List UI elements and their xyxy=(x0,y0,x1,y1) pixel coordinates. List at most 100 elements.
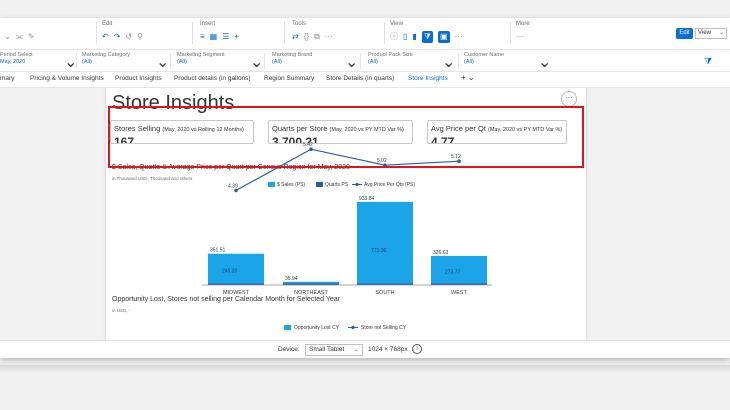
data-label: 933.84 xyxy=(359,196,375,202)
filter-product-pack-size[interactable]: Product Pack Size (All) xyxy=(368,52,413,70)
tab-store-details[interactable]: Store Details (in quarts) xyxy=(326,75,394,82)
price-label: 5.02 xyxy=(377,158,387,164)
redo-icon[interactable]: ↷ xyxy=(114,31,121,43)
filter-marketing-segment[interactable]: Marketing Segment (All) xyxy=(177,52,225,70)
copy-icon[interactable]: ⚲ xyxy=(137,31,143,43)
toolbar-group-label: View xyxy=(390,21,403,27)
device-value: Small Tablet xyxy=(309,346,345,353)
data-label: 351.51 xyxy=(210,248,226,254)
filter-value: (All) xyxy=(82,59,92,65)
story-editor-window: ⌄ ⫘ ✎ Edit ↶ ↷ ↺ ⚲ Insert ≡ ▦ ☰ + Tools … xyxy=(0,18,730,358)
category-label: WEST xyxy=(451,290,468,296)
legend-marker xyxy=(355,182,359,187)
story-canvas: Store Insights ··· Stores Selling (May, … xyxy=(0,88,730,340)
price-label: 4.39 xyxy=(228,183,238,189)
filter-label: Customer Name xyxy=(464,52,505,58)
filter-divider xyxy=(360,53,361,69)
more-icon[interactable]: ··· xyxy=(516,31,524,43)
data-label: 326.63 xyxy=(433,250,449,256)
toolbar-group-label: Insert xyxy=(200,21,216,27)
bar-sales xyxy=(357,201,413,285)
filter-label: Marketing Segment xyxy=(177,52,225,58)
more-view-icon[interactable]: ··· xyxy=(455,31,463,43)
filter-marketing-brand[interactable]: Marketing Brand (All) xyxy=(272,52,312,70)
legend-label: Quarts PS xyxy=(325,182,349,188)
page-tabs: mary Pricing & Volume Insights Product I… xyxy=(0,72,730,88)
tab-product-details[interactable]: Product details (in gallons) xyxy=(174,75,251,82)
filter-icon[interactable]: ⧩ xyxy=(421,31,433,43)
refresh-icon[interactable]: ↺ xyxy=(125,31,132,43)
info-icon[interactable]: ⓘ xyxy=(390,31,398,43)
view-mode-select[interactable]: View ⌄ xyxy=(695,28,727,39)
legend-label: $ Sales (PS) xyxy=(277,182,305,188)
tab-product-insights[interactable]: Product Insights xyxy=(115,75,162,82)
chevron-down-icon[interactable]: ⌄ xyxy=(345,52,358,71)
legend-marker xyxy=(351,325,355,330)
device-label: Device: xyxy=(278,346,300,353)
chart2-subtitle: in USD, - xyxy=(112,308,131,313)
filter-customer-name[interactable]: Customer Name (All) xyxy=(464,52,504,70)
add-icon[interactable]: + xyxy=(234,31,239,43)
filter-value: (All) xyxy=(272,59,282,65)
legend-label: Store not Selling CY xyxy=(361,325,407,331)
filter-label: Marketing Category xyxy=(82,52,130,58)
filter-value: (All) xyxy=(464,59,474,65)
filter-divider xyxy=(76,53,77,69)
pen-icon[interactable]: ✎ xyxy=(28,31,35,43)
filter-divider xyxy=(170,53,171,69)
chevron-down-icon[interactable]: ⌄ xyxy=(442,52,455,71)
filter-value: (All) xyxy=(177,59,187,65)
tab-region-summary[interactable]: Region Summary xyxy=(264,75,314,82)
filter-value: May, 2020 xyxy=(0,59,26,65)
right-panel-icon[interactable]: ▮ xyxy=(412,31,416,43)
filter-list-icon[interactable]: ☰ xyxy=(222,31,229,43)
filter-marketing-category[interactable]: Marketing Category (All) xyxy=(82,52,130,70)
view-mode-label: View xyxy=(698,30,711,36)
filter-divider xyxy=(264,53,265,69)
swap-icon[interactable]: ⇄ xyxy=(292,31,299,43)
tab-summary[interactable]: mary xyxy=(0,75,14,82)
share-icon[interactable]: ⫘ xyxy=(16,31,23,43)
data-label: 273.77 xyxy=(445,269,461,275)
filter-label: Product Pack Size xyxy=(368,52,413,58)
filter-value: (All) xyxy=(368,59,378,65)
toolbar-divider xyxy=(510,22,511,44)
chevron-down-icon[interactable]: ⌄ xyxy=(156,52,169,71)
main-toolbar: ⌄ ⫘ ✎ Edit ↶ ↷ ↺ ⚲ Insert ≡ ▦ ☰ + Tools … xyxy=(0,18,730,50)
toolbar-divider xyxy=(284,22,285,44)
undo-icon[interactable]: ↶ xyxy=(102,31,109,43)
duplicate-icon[interactable]: ⧉ xyxy=(314,31,320,43)
chevron-down-icon: ⌄ xyxy=(353,346,359,353)
data-label: 246.20 xyxy=(222,268,238,274)
add-page-icon[interactable]: + ⌄ xyxy=(461,73,475,82)
filter-panel-icon[interactable]: ⧩ xyxy=(704,56,712,67)
toolbar-group-label: Edit xyxy=(102,21,113,27)
data-label: 35.94 xyxy=(285,276,298,282)
filter-period-select[interactable]: Period Select May, 2020 xyxy=(0,52,33,70)
tab-pricing-volume-insights[interactable]: Pricing & Volume Insights xyxy=(30,75,104,82)
toolbar-divider xyxy=(96,22,97,44)
left-panel-icon[interactable]: ▯ xyxy=(403,31,407,43)
tab-store-insights[interactable]: Store Insights xyxy=(408,75,448,82)
chevron-down-icon[interactable]: ⌄ xyxy=(250,52,263,71)
present-icon[interactable]: ▣ xyxy=(437,31,450,43)
category-label: SOUTH xyxy=(375,290,394,296)
edit-mode-button[interactable]: Edit xyxy=(676,28,693,39)
filter-label: Marketing Brand xyxy=(272,52,313,58)
more-tools-icon[interactable]: ··· xyxy=(325,31,333,43)
formula-icon[interactable]: {} xyxy=(304,31,309,43)
story-page: Store Insights ··· Stores Selling (May, … xyxy=(106,88,586,340)
dropdown-icon[interactable]: ⌄ xyxy=(4,31,11,43)
toolbar-divider xyxy=(384,22,385,44)
window-shadow xyxy=(0,365,730,373)
filter-label: Period Select xyxy=(0,52,33,58)
filter-bar: Period Select May, 2020 ⌄ Marketing Cate… xyxy=(0,50,730,72)
chevron-down-icon[interactable]: ⌄ xyxy=(538,52,551,71)
table-icon[interactable]: ▦ xyxy=(210,31,218,43)
legend-swatch xyxy=(316,182,323,187)
chart-icon[interactable]: ≡ xyxy=(200,31,205,43)
device-select[interactable]: Small Tablet ⌄ xyxy=(305,344,363,356)
info-icon[interactable]: i xyxy=(412,344,422,354)
toolbar-divider xyxy=(192,22,193,44)
chart2-title: Opportunity Lost, Stores not selling per… xyxy=(112,296,341,303)
